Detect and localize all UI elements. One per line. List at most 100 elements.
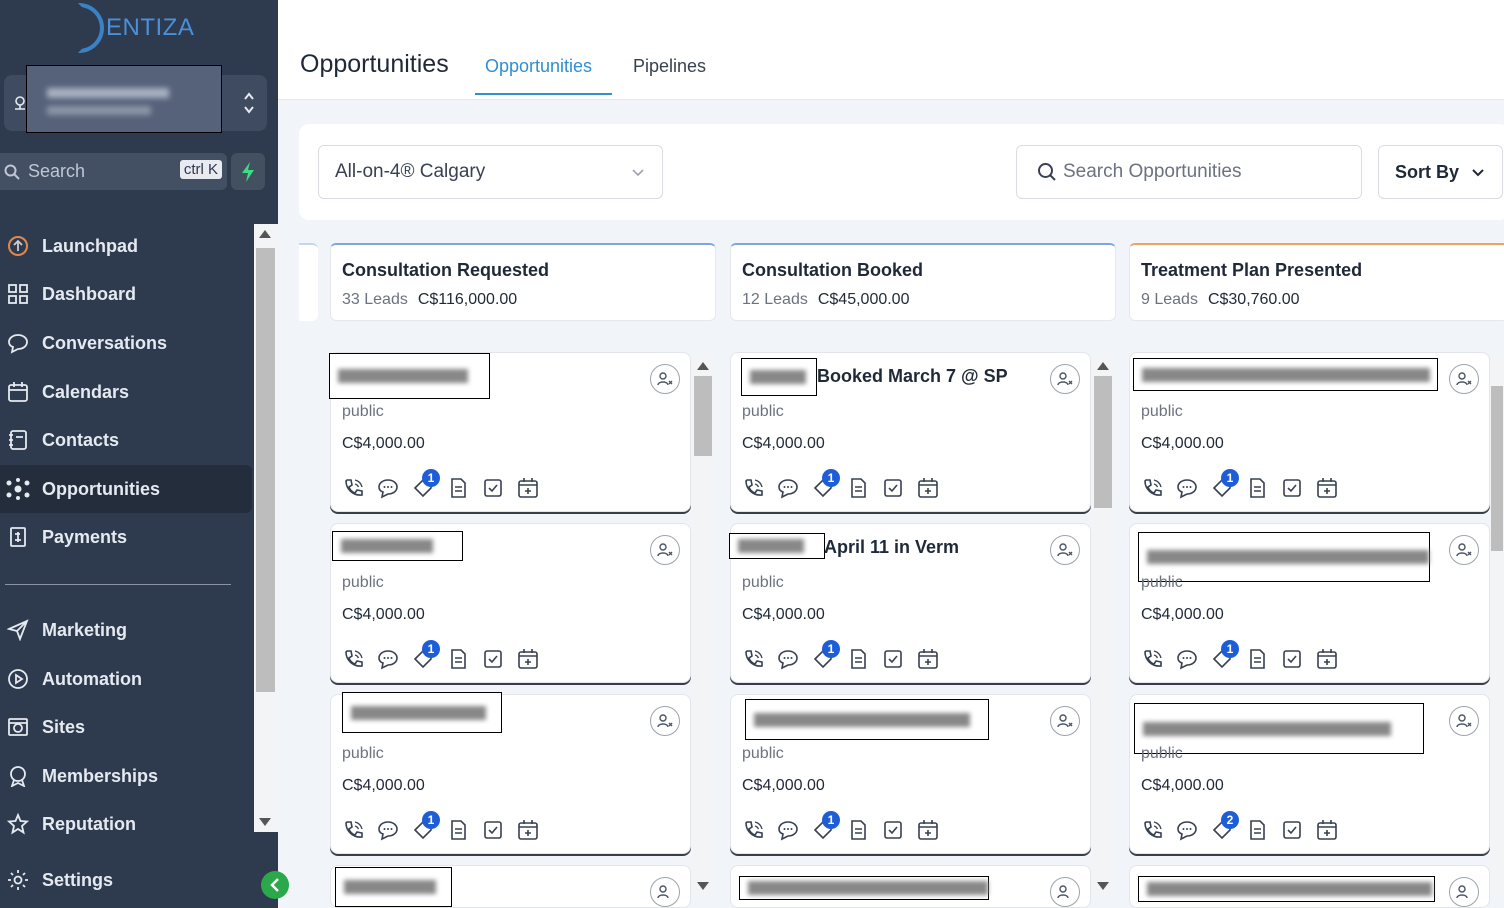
assign-user-button[interactable] — [650, 364, 680, 394]
phone-icon[interactable] — [1141, 819, 1163, 841]
task-check-icon[interactable] — [1281, 648, 1303, 670]
sidebar-item-conversations[interactable]: Conversations — [0, 319, 252, 367]
message-icon[interactable] — [1176, 477, 1198, 499]
scroll-thumb[interactable] — [1094, 376, 1112, 508]
document-icon[interactable] — [847, 819, 869, 841]
assign-user-button[interactable] — [1449, 364, 1479, 394]
document-icon[interactable] — [847, 648, 869, 670]
opportunity-card[interactable] — [1129, 865, 1490, 908]
opportunity-card[interactable]: public C$4,000.00 1 — [330, 523, 691, 683]
sidebar-item-calendars[interactable]: Calendars — [0, 368, 252, 416]
sort-by-button[interactable]: Sort By — [1378, 145, 1503, 199]
opportunity-card[interactable]: public C$4,000.00 1 — [1129, 523, 1490, 683]
task-check-icon[interactable] — [1281, 819, 1303, 841]
calendar-add-icon[interactable] — [917, 648, 939, 670]
sidebar-item-marketing[interactable]: Marketing — [0, 606, 252, 654]
calendar-add-icon[interactable] — [917, 477, 939, 499]
assign-user-button[interactable] — [650, 706, 680, 736]
collapse-sidebar-button[interactable] — [261, 871, 289, 899]
phone-icon[interactable] — [342, 648, 364, 670]
opportunity-card[interactable]: Booked March 7 @ SP public C$4,000.00 1 — [730, 352, 1091, 512]
scroll-up-arrow-icon[interactable] — [259, 230, 271, 238]
message-icon[interactable] — [377, 648, 399, 670]
assign-user-button[interactable] — [650, 877, 680, 907]
sidebar-item-sites[interactable]: Sites — [0, 703, 252, 751]
phone-icon[interactable] — [742, 819, 764, 841]
document-icon[interactable] — [1246, 819, 1268, 841]
assign-user-button[interactable] — [1050, 535, 1080, 565]
document-icon[interactable] — [1246, 477, 1268, 499]
task-check-icon[interactable] — [482, 648, 504, 670]
opportunity-name[interactable]: April 11 in Verm — [824, 537, 959, 558]
calendar-add-icon[interactable] — [1316, 819, 1338, 841]
tab-pipelines[interactable]: Pipelines — [633, 56, 706, 77]
opportunity-name[interactable]: Booked March 7 @ SP — [817, 366, 1008, 387]
opportunity-card[interactable] — [330, 865, 691, 908]
phone-icon[interactable] — [742, 477, 764, 499]
quick-actions-button[interactable] — [231, 153, 265, 190]
assign-user-button[interactable] — [1050, 877, 1080, 907]
sidebar-item-launchpad[interactable]: Launchpad — [0, 222, 252, 270]
message-icon[interactable] — [777, 819, 799, 841]
sidebar-item-contacts[interactable]: Contacts — [0, 416, 252, 464]
opportunity-card[interactable] — [730, 865, 1091, 908]
calendar-add-icon[interactable] — [1316, 648, 1338, 670]
assign-user-button[interactable] — [650, 535, 680, 565]
scroll-down-arrow-icon[interactable] — [259, 818, 271, 826]
calendar-add-icon[interactable] — [517, 819, 539, 841]
task-check-icon[interactable] — [1281, 477, 1303, 499]
opportunity-card[interactable]: public C$4,000.00 1 — [329, 352, 691, 512]
task-check-icon[interactable] — [482, 819, 504, 841]
column-scrollbar[interactable] — [692, 356, 714, 896]
tab-opportunities[interactable]: Opportunities — [485, 56, 592, 77]
brand-logo[interactable]: ENTIZA — [78, 2, 194, 54]
document-icon[interactable] — [447, 819, 469, 841]
message-icon[interactable] — [777, 648, 799, 670]
message-icon[interactable] — [777, 477, 799, 499]
scroll-down-arrow-icon[interactable] — [1097, 882, 1109, 890]
message-icon[interactable] — [1176, 648, 1198, 670]
scroll-up-arrow-icon[interactable] — [1097, 362, 1109, 370]
task-check-icon[interactable] — [882, 477, 904, 499]
opportunity-card[interactable]: April 11 in Verm public C$4,000.00 1 — [729, 523, 1091, 683]
assign-user-button[interactable] — [1050, 706, 1080, 736]
message-icon[interactable] — [1176, 819, 1198, 841]
phone-icon[interactable] — [742, 648, 764, 670]
opportunity-card[interactable]: public C$4,000.00 1 — [330, 692, 691, 854]
opportunity-card[interactable]: public C$4,000.00 1 — [730, 694, 1091, 854]
phone-icon[interactable] — [342, 819, 364, 841]
document-icon[interactable] — [847, 477, 869, 499]
calendar-add-icon[interactable] — [1316, 477, 1338, 499]
scroll-down-arrow-icon[interactable] — [697, 882, 709, 890]
task-check-icon[interactable] — [882, 819, 904, 841]
phone-icon[interactable] — [1141, 648, 1163, 670]
calendar-add-icon[interactable] — [917, 819, 939, 841]
sidebar-item-automation[interactable]: Automation — [0, 655, 252, 703]
message-icon[interactable] — [377, 477, 399, 499]
search-opportunities-input[interactable]: Search Opportunities — [1016, 145, 1362, 199]
sidebar-item-dashboard[interactable]: Dashboard — [0, 270, 252, 318]
document-icon[interactable] — [1246, 648, 1268, 670]
scroll-thumb[interactable] — [694, 376, 712, 456]
opportunity-card[interactable]: public C$4,000.00 1 — [1129, 352, 1490, 512]
pipeline-select[interactable]: All-on-4® Calgary — [318, 145, 663, 199]
location-switcher[interactable] — [4, 65, 267, 133]
sidebar-item-payments[interactable]: Payments — [0, 513, 252, 561]
task-check-icon[interactable] — [882, 648, 904, 670]
opportunity-card[interactable]: public C$4,000.00 2 — [1129, 694, 1490, 854]
assign-user-button[interactable] — [1449, 706, 1479, 736]
column-scrollbar[interactable] — [1490, 356, 1504, 896]
calendar-add-icon[interactable] — [517, 648, 539, 670]
scroll-up-arrow-icon[interactable] — [697, 362, 709, 370]
column-scrollbar[interactable] — [1092, 356, 1114, 896]
assign-user-button[interactable] — [1449, 535, 1479, 565]
scroll-thumb[interactable] — [256, 248, 275, 692]
sidebar-item-opportunities[interactable]: Opportunities — [0, 465, 252, 513]
message-icon[interactable] — [377, 819, 399, 841]
scroll-thumb[interactable] — [1491, 386, 1503, 551]
calendar-add-icon[interactable] — [517, 477, 539, 499]
document-icon[interactable] — [447, 477, 469, 499]
sidebar-item-settings[interactable]: Settings — [0, 856, 252, 904]
sidebar-item-reputation[interactable]: Reputation — [0, 800, 252, 848]
sidebar-item-memberships[interactable]: Memberships — [0, 752, 252, 800]
